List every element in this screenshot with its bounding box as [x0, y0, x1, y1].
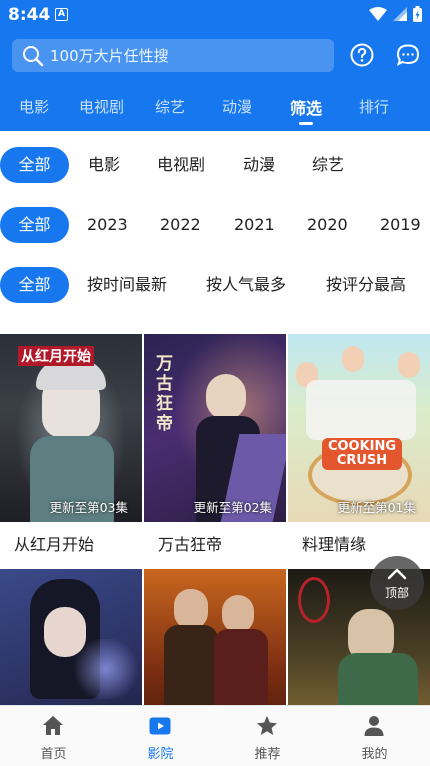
home-icon	[43, 716, 63, 735]
episode-update-label: 更新至第01集	[337, 500, 416, 515]
filter-year-2020[interactable]: 2020	[307, 207, 348, 243]
filter-year-all[interactable]: 全部	[0, 207, 69, 243]
chevron-up-icon	[387, 568, 407, 580]
tab-tv-series[interactable]: 电视剧	[79, 96, 124, 117]
poster-title-art: 万古狂帝	[156, 354, 173, 434]
tab-movie[interactable]: 电影	[19, 96, 49, 117]
video-title: 料理情缘	[302, 535, 367, 554]
battery-icon	[413, 6, 422, 22]
system-icons	[369, 6, 422, 22]
filter-year-2023[interactable]: 2023	[87, 207, 128, 243]
video-icon	[149, 717, 171, 735]
nav-mine[interactable]: 我的	[321, 706, 428, 766]
status-bar: 8:44 A	[0, 0, 430, 30]
sort-by-popularity[interactable]: 按人气最多	[206, 267, 286, 303]
poster-image	[144, 569, 286, 705]
tab-filter[interactable]: 筛选	[290, 95, 322, 119]
category-tabs: 电影 电视剧 综艺 动漫 筛选 排行	[0, 92, 430, 126]
nav-home[interactable]: 首页	[0, 706, 107, 766]
episode-update-label: 更新至第03集	[49, 500, 128, 515]
poster-image: 从红月开始 更新至第03集	[0, 334, 142, 522]
wifi-icon	[369, 7, 387, 21]
nav-recommend-label: 推荐	[254, 747, 281, 762]
poster-image: 万古狂帝 更新至第02集	[144, 334, 286, 522]
user-icon	[364, 716, 384, 736]
nav-home-label: 首页	[40, 747, 67, 762]
tab-variety[interactable]: 综艺	[155, 96, 185, 117]
star-icon	[257, 716, 277, 735]
filter-sort-all[interactable]: 全部	[0, 267, 69, 303]
filter-type-variety[interactable]: 综艺	[312, 147, 344, 183]
top-header: 8:44 A 100万大片任性搜 电影 电视剧 综艺 动漫 筛选 排行	[0, 0, 430, 131]
filter-type-tv[interactable]: 电视剧	[157, 147, 205, 183]
filter-type-row: 全部 电影 电视剧 动漫 综艺	[0, 147, 430, 185]
message-button[interactable]	[395, 42, 421, 68]
poster-image	[0, 569, 142, 705]
nav-cinema[interactable]: 影院	[107, 706, 214, 766]
nav-mine-label: 我的	[361, 747, 388, 762]
back-to-top-label: 顶部	[384, 586, 409, 600]
filter-type-all[interactable]: 全部	[0, 147, 69, 183]
help-button[interactable]	[349, 42, 375, 68]
sort-by-latest[interactable]: 按时间最新	[87, 267, 167, 303]
help-icon	[350, 43, 374, 67]
filter-sort-row: 全部 按时间最新 按人气最多 按评分最高	[0, 267, 430, 305]
nav-recommend[interactable]: 推荐	[214, 706, 321, 766]
episode-update-label: 更新至第02集	[193, 500, 272, 515]
video-card[interactable]: 从红月开始 更新至第03集 从红月开始	[0, 334, 142, 564]
video-card[interactable]: 万古狂帝 更新至第02集 万古狂帝	[144, 334, 286, 564]
filter-year-2019[interactable]: 2019	[380, 207, 421, 243]
filter-year-2022[interactable]: 2022	[160, 207, 201, 243]
sort-by-rating[interactable]: 按评分最高	[326, 267, 406, 303]
tab-anime[interactable]: 动漫	[222, 96, 252, 117]
video-card[interactable]: COOKING CRUSH 更新至第01集 料理情缘	[288, 334, 430, 564]
bottom-navigation: 首页 影院 推荐 我的	[0, 705, 430, 766]
video-title: 万古狂帝	[158, 535, 223, 554]
filter-type-anime[interactable]: 动漫	[243, 147, 275, 183]
search-icon	[22, 45, 44, 67]
search-placeholder: 100万大片任性搜	[50, 47, 169, 65]
filter-year-row: 全部 2023 2022 2021 2020 2019	[0, 207, 430, 245]
video-card[interactable]	[144, 569, 286, 705]
signal-icon	[393, 7, 407, 21]
video-title: 从红月开始	[14, 535, 95, 554]
poster-image: COOKING CRUSH 更新至第01集	[288, 334, 430, 522]
poster-title-art: 从红月开始	[18, 346, 94, 366]
tab-ranking[interactable]: 排行	[359, 96, 389, 117]
poster-title-art: COOKING CRUSH	[322, 438, 402, 470]
active-tab-indicator	[299, 122, 313, 125]
notification-icon: A	[55, 8, 68, 21]
filter-type-movie[interactable]: 电影	[88, 147, 120, 183]
filter-year-2021[interactable]: 2021	[234, 207, 275, 243]
search-bar[interactable]: 100万大片任性搜	[12, 39, 334, 72]
nav-cinema-label: 影院	[147, 747, 174, 762]
video-card[interactable]	[0, 569, 142, 705]
status-time: 8:44	[8, 5, 51, 25]
message-icon	[396, 44, 420, 66]
back-to-top-button[interactable]: 顶部	[370, 556, 424, 610]
